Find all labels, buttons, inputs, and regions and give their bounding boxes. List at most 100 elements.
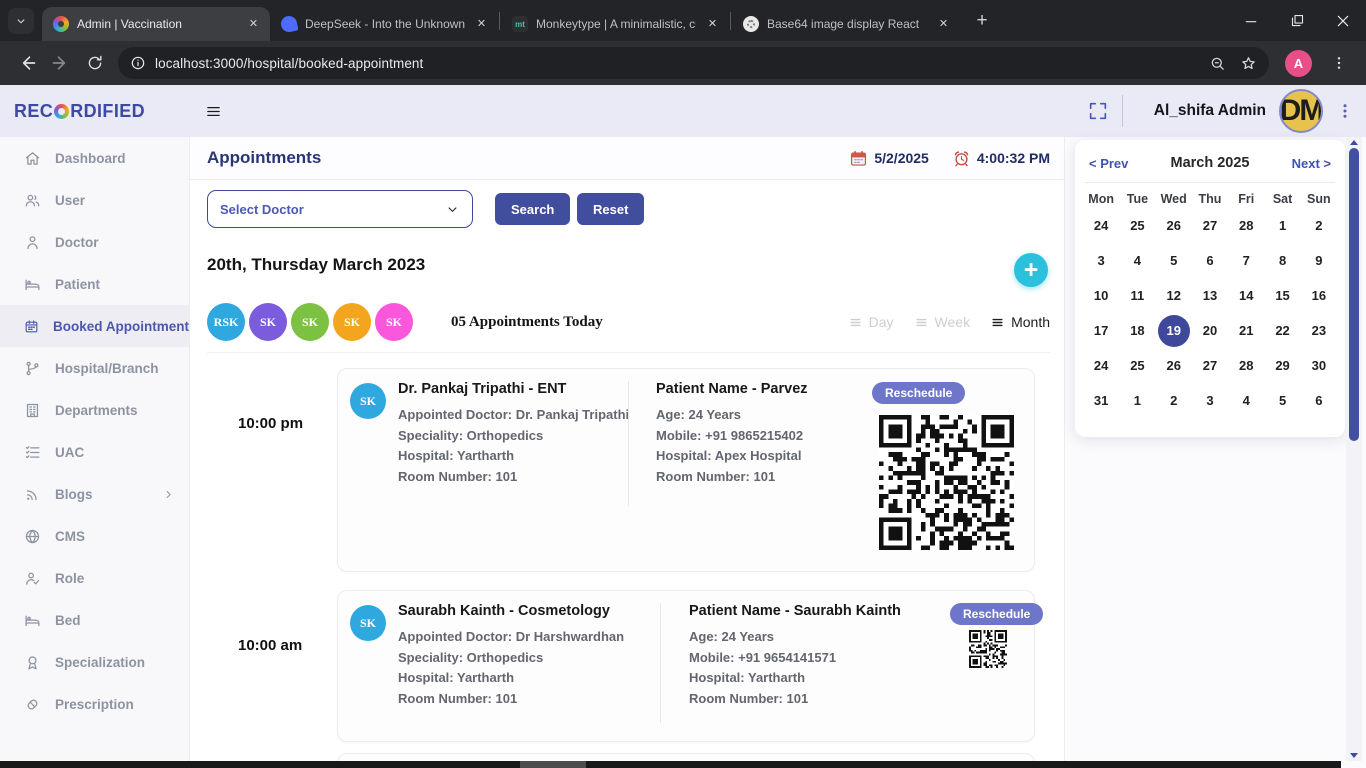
calendar-date[interactable]: 29 bbox=[1264, 348, 1300, 383]
forward-button[interactable] bbox=[44, 46, 78, 80]
calendar-date[interactable]: 12 bbox=[1156, 278, 1192, 313]
new-tab-button[interactable]: + bbox=[969, 10, 995, 32]
calendar-date[interactable]: 11 bbox=[1119, 278, 1155, 313]
tab-close-icon[interactable]: ✕ bbox=[473, 16, 490, 33]
scroll-down-arrow[interactable] bbox=[1350, 753, 1358, 758]
calendar-date[interactable]: 4 bbox=[1228, 383, 1264, 418]
sidebar-item-dashboard[interactable]: Dashboard bbox=[0, 137, 189, 179]
sidebar-item-uac[interactable]: UAC bbox=[0, 431, 189, 473]
tab-close-icon[interactable]: ✕ bbox=[704, 16, 721, 33]
calendar-date[interactable]: 15 bbox=[1264, 278, 1300, 313]
calendar-date[interactable]: 31 bbox=[1083, 383, 1119, 418]
appointment-avatar[interactable]: SK bbox=[375, 303, 413, 341]
appointment-avatar[interactable]: SK bbox=[249, 303, 287, 341]
calendar-date[interactable]: 3 bbox=[1083, 243, 1119, 278]
vertical-scrollbar[interactable] bbox=[1346, 137, 1362, 761]
calendar-date[interactable]: 26 bbox=[1156, 208, 1192, 243]
address-bar[interactable]: localhost:3000/hospital/booked-appointme… bbox=[118, 47, 1269, 79]
calendar-date[interactable]: 23 bbox=[1301, 313, 1337, 348]
tab-search-button[interactable] bbox=[8, 8, 34, 34]
calendar-date[interactable]: 10 bbox=[1083, 278, 1119, 313]
view-toggle-day[interactable]: Day bbox=[849, 314, 894, 330]
sidebar-item-departments[interactable]: Departments bbox=[0, 389, 189, 431]
calendar-date[interactable]: 6 bbox=[1301, 383, 1337, 418]
vertical-scroll-thumb[interactable] bbox=[1349, 148, 1359, 441]
calendar-date[interactable]: 1 bbox=[1264, 208, 1300, 243]
doctor-select[interactable]: Select Doctor bbox=[207, 190, 473, 228]
add-appointment-button[interactable]: + bbox=[1014, 253, 1048, 287]
header-menu-button[interactable] bbox=[1336, 102, 1354, 120]
browser-tab[interactable]: Base64 image display React✕ bbox=[732, 7, 960, 41]
sidebar-item-prescription[interactable]: Prescription bbox=[0, 683, 189, 725]
site-info-icon[interactable] bbox=[130, 55, 146, 71]
restore-button[interactable] bbox=[1274, 0, 1320, 41]
calendar-date[interactable]: 16 bbox=[1301, 278, 1337, 313]
calendar-prev-button[interactable]: < Prev bbox=[1089, 156, 1128, 171]
calendar-date[interactable]: 27 bbox=[1192, 208, 1228, 243]
sidebar-item-cms[interactable]: CMS bbox=[0, 515, 189, 557]
calendar-date[interactable]: 20 bbox=[1192, 313, 1228, 348]
calendar-date-selected[interactable]: 19 bbox=[1156, 313, 1192, 348]
appointment-avatar[interactable]: SK bbox=[291, 303, 329, 341]
minimize-button[interactable] bbox=[1228, 0, 1274, 41]
tab-close-icon[interactable]: ✕ bbox=[245, 16, 262, 33]
calendar-date[interactable]: 25 bbox=[1119, 208, 1155, 243]
tab-close-icon[interactable]: ✕ bbox=[935, 16, 952, 33]
calendar-date[interactable]: 27 bbox=[1192, 348, 1228, 383]
calendar-date[interactable]: 22 bbox=[1264, 313, 1300, 348]
fullscreen-button[interactable] bbox=[1087, 100, 1109, 122]
calendar-date[interactable]: 25 bbox=[1119, 348, 1155, 383]
calendar-date[interactable]: 5 bbox=[1264, 383, 1300, 418]
browser-tab[interactable]: Admin | Vaccination✕ bbox=[42, 7, 270, 41]
horizontal-scrollbar[interactable] bbox=[0, 761, 1341, 768]
sidebar-item-blogs[interactable]: Blogs bbox=[0, 473, 189, 515]
calendar-date[interactable]: 6 bbox=[1192, 243, 1228, 278]
sidebar-item-bed[interactable]: Bed bbox=[0, 599, 189, 641]
calendar-date[interactable]: 21 bbox=[1228, 313, 1264, 348]
calendar-date[interactable]: 17 bbox=[1083, 313, 1119, 348]
calendar-date[interactable]: 5 bbox=[1156, 243, 1192, 278]
calendar-date[interactable]: 28 bbox=[1228, 208, 1264, 243]
calendar-date[interactable]: 18 bbox=[1119, 313, 1155, 348]
calendar-date[interactable]: 8 bbox=[1264, 243, 1300, 278]
calendar-date[interactable]: 2 bbox=[1156, 383, 1192, 418]
calendar-date[interactable]: 30 bbox=[1301, 348, 1337, 383]
appointment-avatar[interactable]: RSK bbox=[207, 303, 245, 341]
browser-tab[interactable]: DeepSeek - Into the Unknown✕ bbox=[270, 7, 498, 41]
calendar-date[interactable]: 2 bbox=[1301, 208, 1337, 243]
sidebar-item-booked-appointment[interactable]: Booked Appointment bbox=[0, 305, 189, 347]
sidebar-item-doctor[interactable]: Doctor bbox=[0, 221, 189, 263]
sidebar-item-hospital-branch[interactable]: Hospital/Branch bbox=[0, 347, 189, 389]
browser-menu-button[interactable] bbox=[1322, 46, 1356, 80]
calendar-date[interactable]: 13 bbox=[1192, 278, 1228, 313]
calendar-date[interactable]: 14 bbox=[1228, 278, 1264, 313]
reschedule-button[interactable]: Reschedule bbox=[950, 603, 1043, 625]
calendar-date[interactable]: 9 bbox=[1301, 243, 1337, 278]
close-button[interactable] bbox=[1320, 0, 1366, 41]
sidebar-toggle-button[interactable] bbox=[205, 103, 222, 120]
reschedule-button[interactable]: Reschedule bbox=[872, 382, 965, 404]
browser-tab[interactable]: mtMonkeytype | A minimalistic, cu✕ bbox=[501, 7, 729, 41]
calendar-date[interactable]: 24 bbox=[1083, 348, 1119, 383]
calendar-date[interactable]: 28 bbox=[1228, 348, 1264, 383]
sidebar-item-role[interactable]: Role bbox=[0, 557, 189, 599]
reload-button[interactable] bbox=[78, 46, 112, 80]
calendar-date[interactable]: 4 bbox=[1119, 243, 1155, 278]
user-avatar[interactable]: DM bbox=[1279, 89, 1323, 133]
back-button[interactable] bbox=[10, 46, 44, 80]
browser-profile-avatar[interactable]: A bbox=[1285, 50, 1312, 77]
sidebar-item-user[interactable]: User bbox=[0, 179, 189, 221]
calendar-date[interactable]: 24 bbox=[1083, 208, 1119, 243]
scroll-up-arrow[interactable] bbox=[1350, 140, 1358, 145]
search-button[interactable]: Search bbox=[495, 193, 570, 225]
calendar-date[interactable]: 3 bbox=[1192, 383, 1228, 418]
calendar-next-button[interactable]: Next > bbox=[1292, 156, 1331, 171]
view-toggle-month[interactable]: Month bbox=[991, 314, 1050, 330]
horizontal-scroll-thumb[interactable] bbox=[520, 761, 586, 768]
sidebar-item-specialization[interactable]: Specialization bbox=[0, 641, 189, 683]
calendar-date[interactable]: 1 bbox=[1119, 383, 1155, 418]
calendar-date[interactable]: 7 bbox=[1228, 243, 1264, 278]
bookmark-star-icon[interactable] bbox=[1240, 55, 1257, 72]
calendar-date[interactable]: 26 bbox=[1156, 348, 1192, 383]
reset-button[interactable]: Reset bbox=[577, 193, 644, 225]
